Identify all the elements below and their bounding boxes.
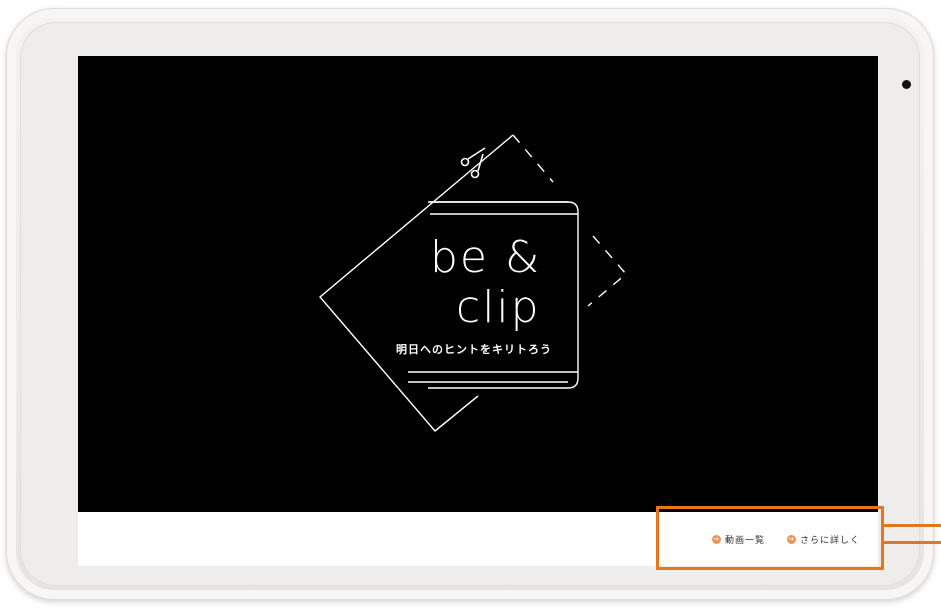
logo-diamond-bottom-edge bbox=[434, 395, 479, 432]
logo-tagline: 明日へのヒントをキリトろう bbox=[396, 343, 552, 356]
video-list-label: 動画一覧 bbox=[724, 535, 765, 546]
logo-word-line2: clip bbox=[456, 282, 541, 333]
tablet-screen: be & clip 明日へのヒントをキリトろう → 動画一覧 → さらに詳しく bbox=[78, 56, 878, 566]
more-details-link[interactable]: → さらに詳しく bbox=[786, 533, 860, 546]
be-and-clip-logo: be & clip 明日へのヒントをキリトろう bbox=[319, 134, 627, 432]
arrow-right-circle-icon: → bbox=[711, 534, 721, 544]
screen-footer: → 動画一覧 → さらに詳しく bbox=[78, 512, 878, 566]
scissors-icon bbox=[460, 147, 486, 179]
arrow-right-circle-icon: → bbox=[786, 534, 796, 544]
stage: be & clip 明日へのヒントをキリトろう → 動画一覧 → さらに詳しく bbox=[0, 0, 941, 610]
video-list-link[interactable]: → 動画一覧 bbox=[711, 533, 765, 546]
footer-links: → 動画一覧 → さらに詳しく bbox=[711, 512, 868, 566]
logo-word-line1: be & bbox=[430, 232, 541, 283]
camera-icon bbox=[902, 80, 911, 89]
more-details-label: さらに詳しく bbox=[799, 535, 860, 546]
